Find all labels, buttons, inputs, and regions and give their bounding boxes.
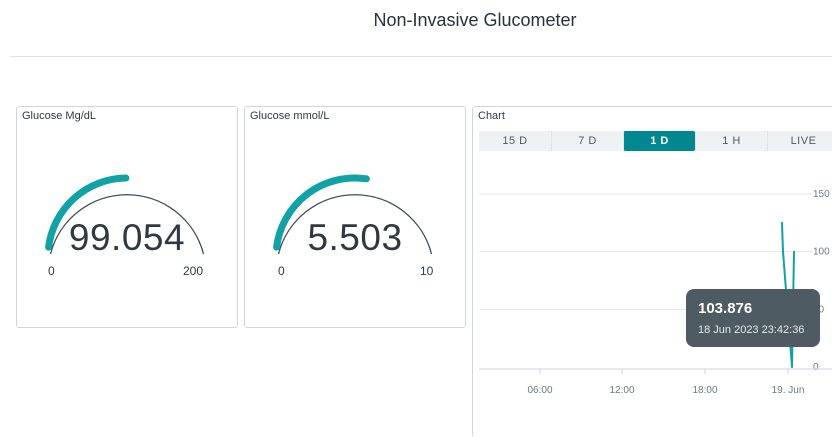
chart-tooltip: 103.876 18 Jun 2023 23:42:36: [686, 289, 820, 347]
glucose-mgdl-widget: Glucose Mg/dL 99.054 0 200: [16, 106, 238, 328]
glucose-mmol-widget: Glucose mmol/L 5.503 0 10: [244, 106, 466, 328]
chart-widget: Chart 15 D 7 D 1 D 1 H LIVE 05010015006:…: [472, 106, 832, 437]
y-tick-label: 150: [813, 189, 830, 200]
line-chart[interactable]: 05010015006:0012:0018:0019. Jun: [473, 107, 832, 437]
gauge-value: 99.054: [68, 217, 186, 258]
gauge-value: 5.503: [307, 217, 403, 258]
gauge-max-label: 200: [183, 264, 204, 278]
data-point[interactable]: [782, 250, 784, 253]
y-tick-label: 100: [813, 247, 830, 258]
x-tick-label: 19. Jun: [772, 385, 805, 396]
y-tick-label: 0: [813, 362, 819, 373]
data-point[interactable]: [791, 366, 793, 368]
gauge-max-label: 10: [420, 264, 434, 278]
tooltip-value: 103.876: [698, 300, 753, 317]
tooltip-time: 18 Jun 2023 23:42:36: [698, 324, 805, 336]
data-point[interactable]: [793, 250, 795, 253]
x-tick-label: 18:00: [692, 385, 717, 396]
gauge-min-label: 0: [48, 264, 55, 278]
x-tick-label: 12:00: [609, 385, 634, 396]
gauge-min-label: 0: [278, 264, 285, 278]
page-title: Non-Invasive Glucometer: [373, 10, 577, 30]
header-divider: [10, 56, 832, 57]
data-point[interactable]: [781, 221, 783, 224]
x-tick-label: 06:00: [527, 385, 552, 396]
